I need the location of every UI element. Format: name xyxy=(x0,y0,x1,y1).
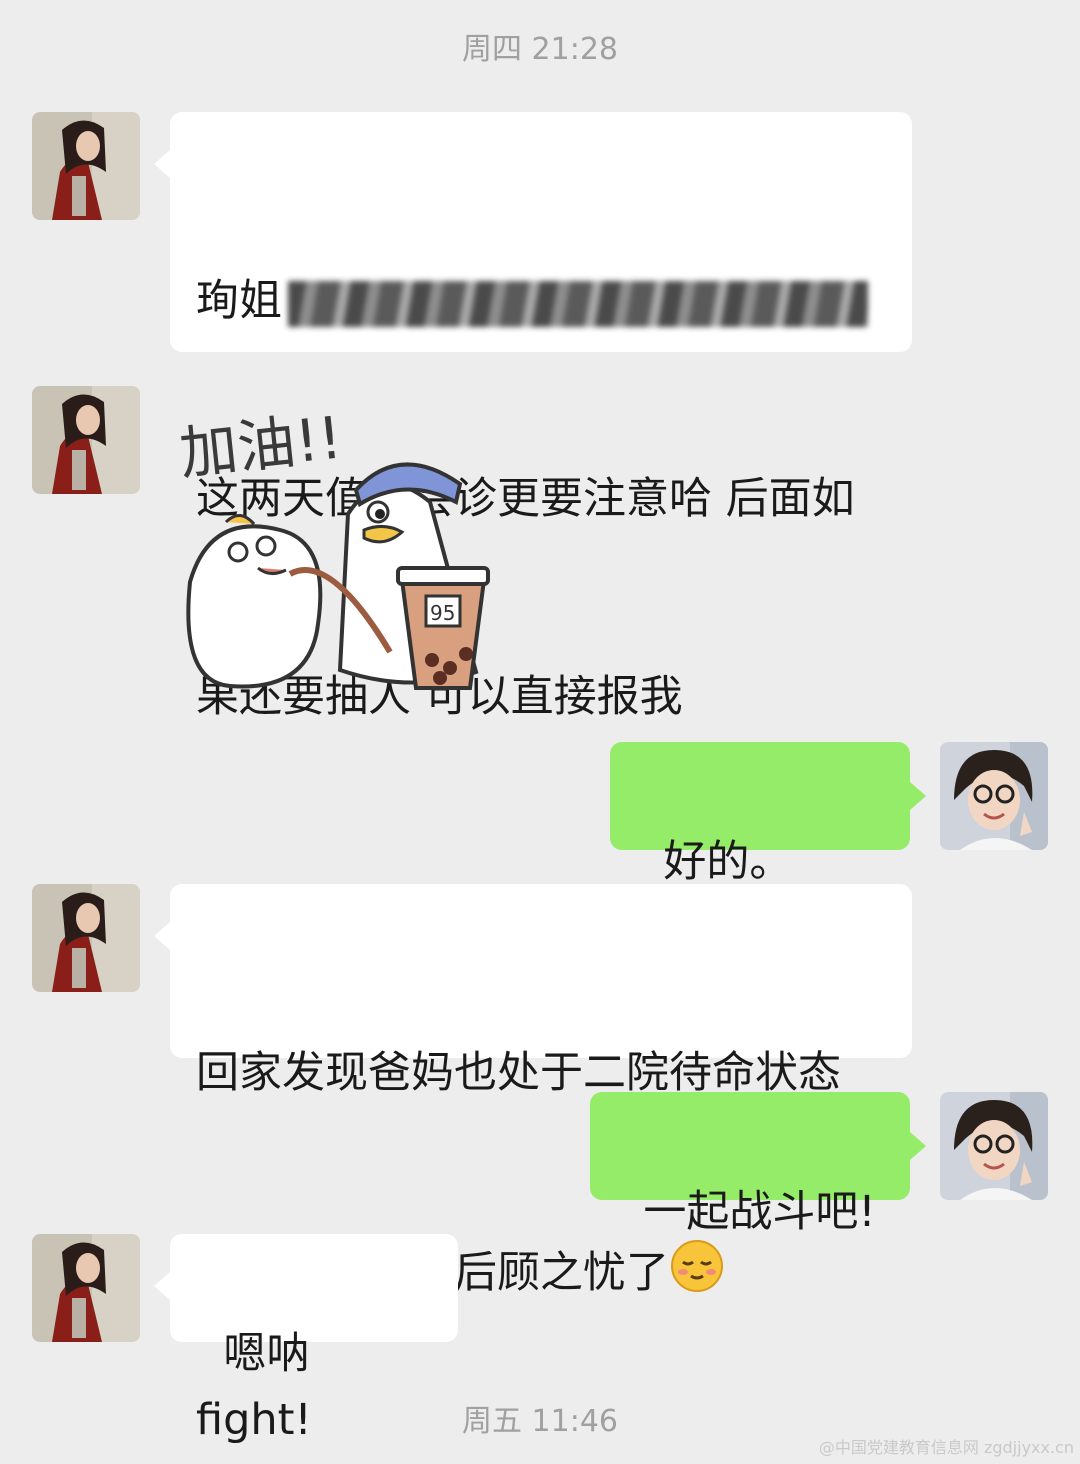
contact-avatar[interactable] xyxy=(32,112,140,220)
contact-avatar[interactable] xyxy=(32,884,140,992)
message-bubble-incoming[interactable]: 回家发现爸妈也处于二院待命状态 觉得已经没有后顾之忧了 xyxy=(154,884,912,1298)
my-avatar[interactable] xyxy=(940,1092,1048,1200)
cup-label: 95 xyxy=(430,601,455,625)
message-text: 珣姐 xyxy=(196,276,282,326)
message-bubble-outgoing[interactable]: 一起战斗吧! xyxy=(590,1092,926,1237)
message-bubble-incoming[interactable]: 珣姐 这两天值班会诊更要注意哈 后面如 果还要抽人 可以直接报我 xyxy=(154,112,912,722)
contact-avatar[interactable] xyxy=(32,386,140,494)
sticker-cheer[interactable]: 加油!! 95 xyxy=(170,392,510,706)
contact-avatar-image xyxy=(32,884,140,992)
my-avatar-image xyxy=(940,742,1048,850)
message-text: 一起战斗吧! xyxy=(643,1187,876,1237)
redacted-text-blur xyxy=(288,280,868,327)
my-avatar[interactable] xyxy=(940,742,1048,850)
contact-avatar[interactable] xyxy=(32,1234,140,1342)
sticker-caption: 加油!! xyxy=(176,403,345,488)
relieved-face-icon xyxy=(669,1238,725,1313)
my-avatar-image xyxy=(940,1092,1048,1200)
contact-avatar-image xyxy=(32,1234,140,1342)
message-bubble-incoming[interactable]: 嗯呐 fight! xyxy=(154,1234,458,1445)
timestamp: 周四 21:28 xyxy=(462,32,618,67)
message-bubble-outgoing[interactable]: 好的。 xyxy=(610,742,926,949)
watermark: @中国党建教育信息网 zgdjjyxx.cn xyxy=(818,1438,1074,1457)
contact-avatar-image xyxy=(32,386,140,494)
contact-avatar-image xyxy=(32,112,140,220)
message-line: 珣姐 xyxy=(196,268,886,334)
sticker-image: 加油!! 95 xyxy=(176,403,490,690)
message-text: 好的。 xyxy=(663,837,793,887)
